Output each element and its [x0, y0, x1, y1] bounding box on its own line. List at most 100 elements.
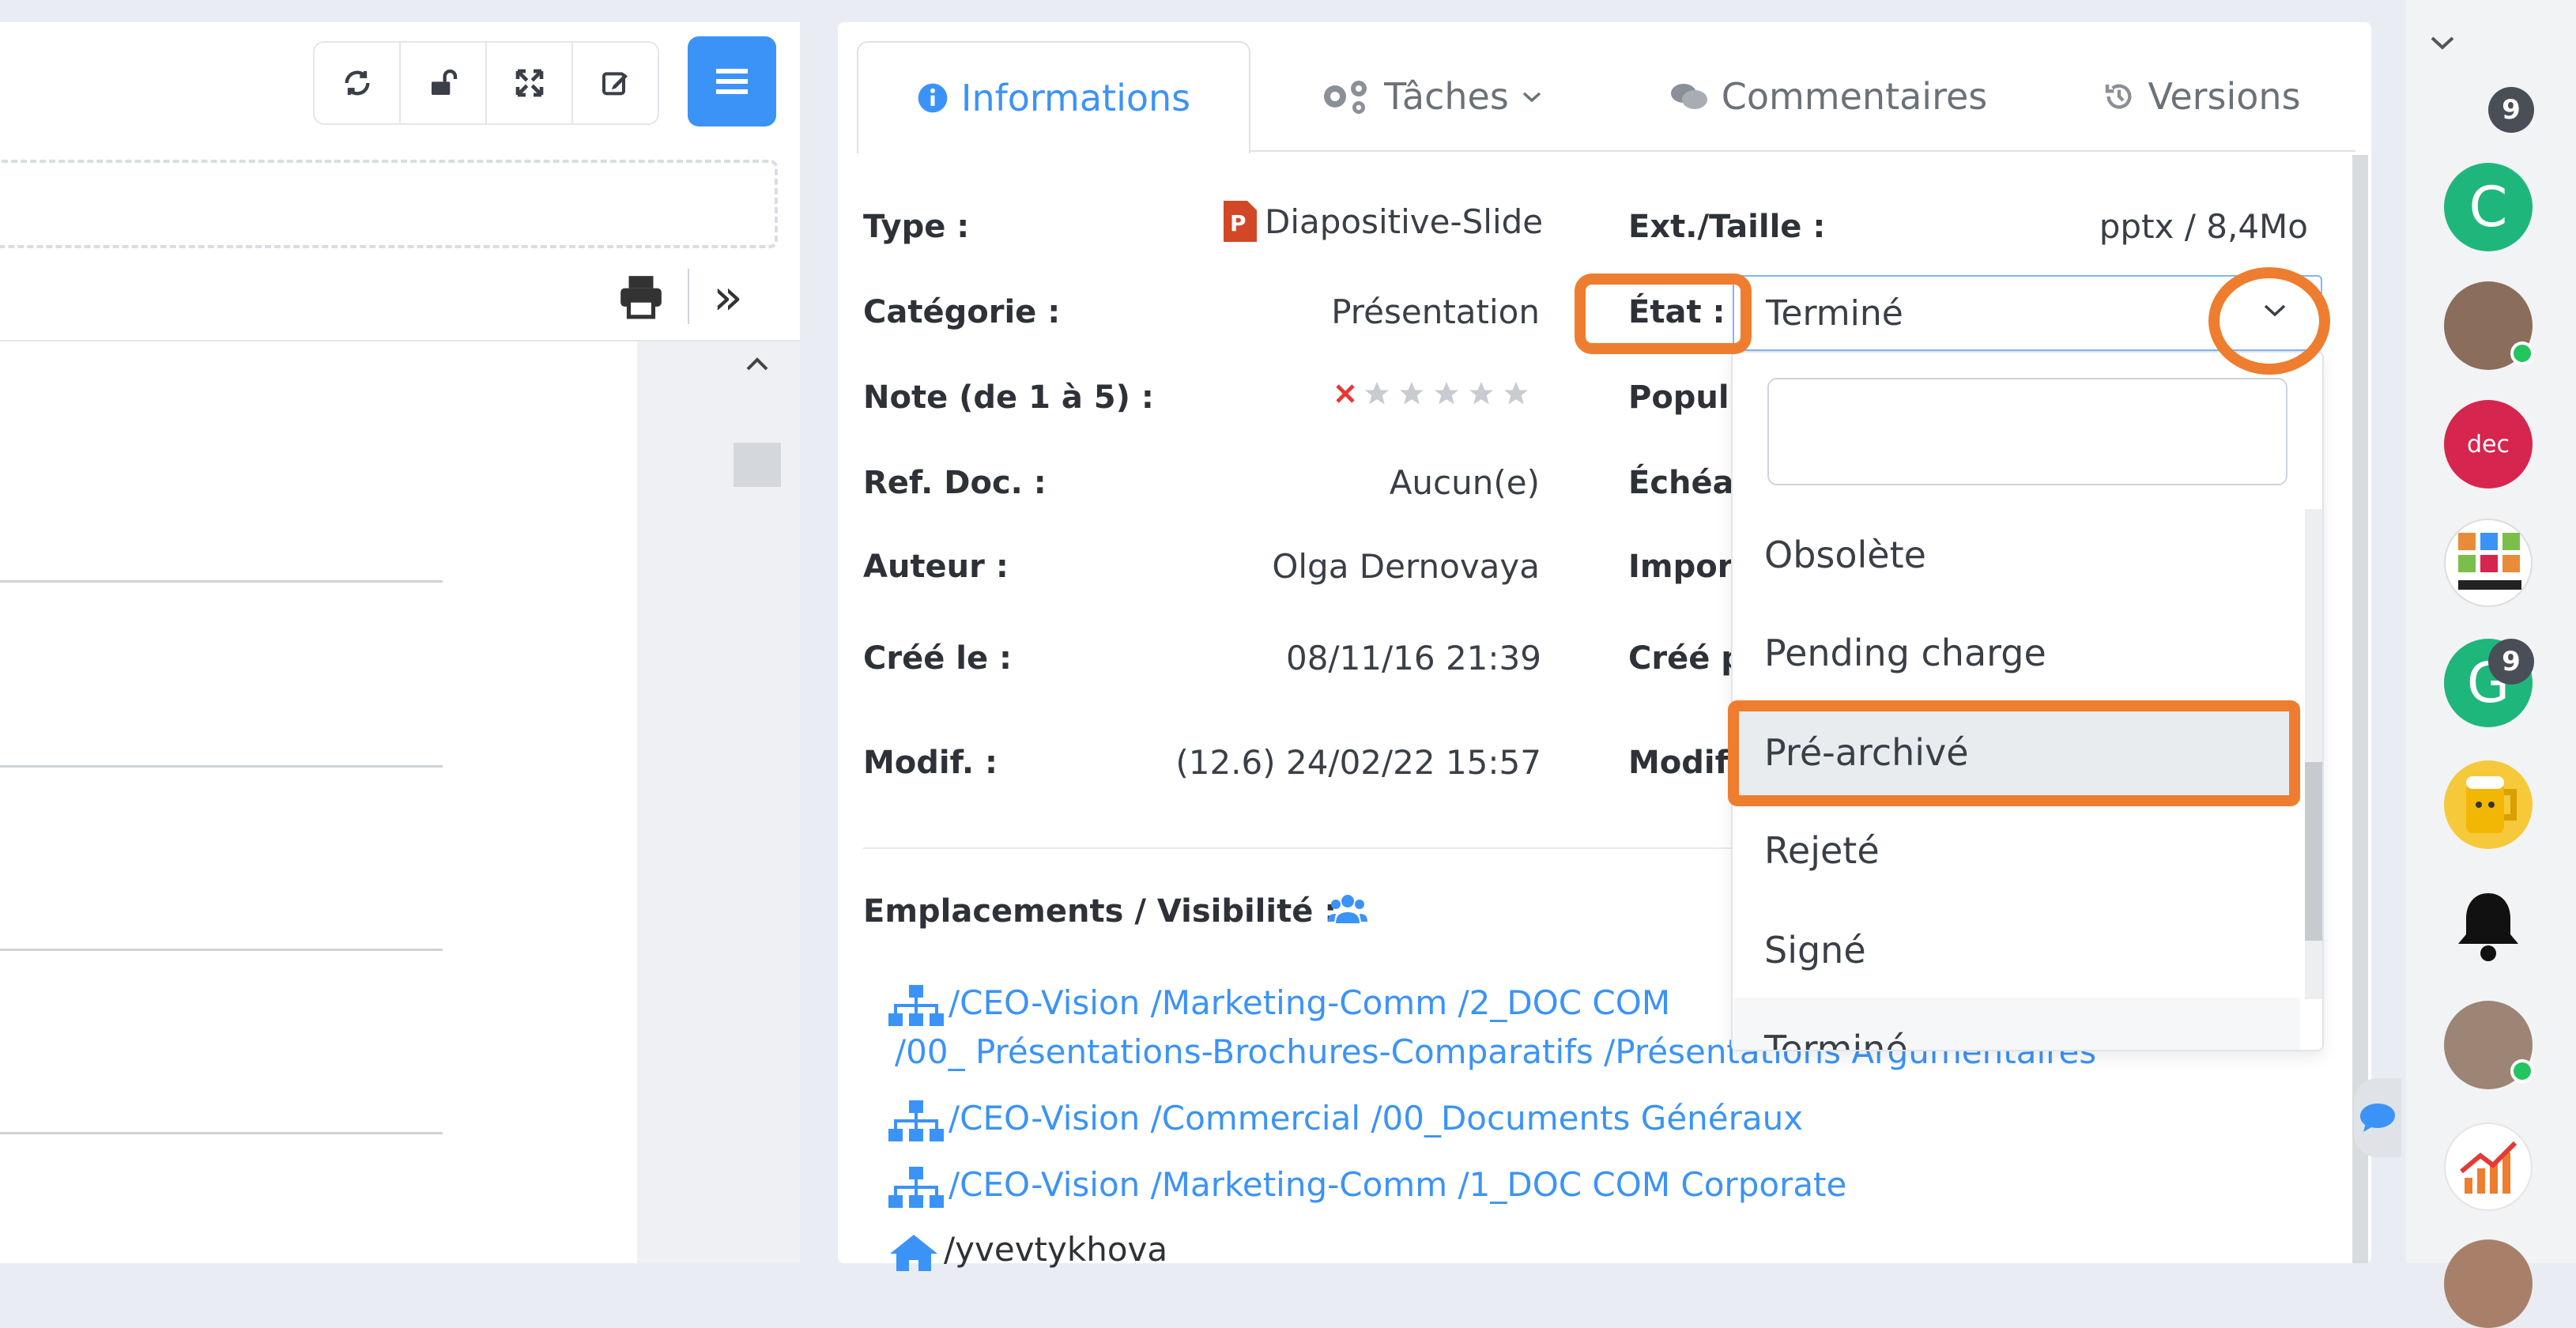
importance-label: Impor — [1628, 549, 1733, 585]
sitemap-icon — [888, 984, 944, 1026]
dropdown-option[interactable]: Signé — [1733, 901, 2300, 999]
path-segment-link[interactable]: /CEO-Vision — [949, 983, 1140, 1022]
document-line — [0, 1132, 443, 1134]
dropdown-search-input[interactable] — [1767, 378, 2287, 485]
tab-label: Tâches — [1384, 75, 1509, 118]
location-path-home: /yvevtykhova — [888, 1230, 1167, 1271]
highlight-pre-archive-option — [1728, 700, 2300, 806]
avatar-chart-logo[interactable] — [2444, 1122, 2533, 1211]
tab-versions[interactable]: Versions — [2084, 41, 2321, 152]
path-segment-link[interactable]: /CEO-Vision — [949, 1099, 1140, 1137]
expand-panel-button[interactable]: » — [688, 268, 767, 326]
chat-toggle-button[interactable] — [2354, 1078, 2401, 1157]
location-path-2: /CEO-Vision /Commercial /00_Documents Gé… — [888, 1099, 1803, 1141]
etat-selected-value: Terminé — [1766, 292, 1903, 334]
modif-value: (12.6) 24/02/22 15:57 — [1175, 743, 1541, 782]
avatar-partial[interactable] — [2444, 1239, 2533, 1328]
notification-badge: 9 — [2488, 639, 2534, 685]
star-icon[interactable] — [1363, 379, 1391, 408]
fullscreen-icon — [515, 69, 543, 97]
chevron-up-icon — [746, 357, 768, 371]
avatar-c[interactable]: C — [2444, 163, 2533, 251]
notification-badge: 9 — [2488, 87, 2534, 133]
dropdown-scrollbar-thumb[interactable] — [2305, 762, 2322, 941]
type-value: Diapositive-Slide — [1265, 202, 1544, 241]
comments-icon — [1670, 84, 1707, 109]
path-segment-link[interactable]: /Marketing-Comm — [1151, 983, 1447, 1022]
chevron-down-icon[interactable] — [2428, 35, 2457, 52]
tab-label: Informations — [960, 77, 1191, 119]
dropdown-option[interactable]: Rejeté — [1733, 802, 2300, 900]
home-icon — [890, 1234, 937, 1271]
scrollbar-thumb[interactable] — [734, 443, 781, 487]
bell-icon — [2458, 893, 2518, 961]
location-path-3: /CEO-Vision /Marketing-Comm /1_DOC COM C… — [888, 1165, 1846, 1208]
auteur-label: Auteur : — [863, 549, 1009, 585]
edit-button[interactable] — [573, 43, 658, 123]
avatar-beer-mug[interactable] — [2444, 760, 2533, 849]
tab-label: Versions — [2148, 75, 2301, 118]
type-value-row: P Diapositive-Slide — [1224, 201, 1543, 242]
path-segment-link[interactable]: /1_DOC COM Corporate — [1458, 1165, 1846, 1204]
highlight-etat-label — [1575, 274, 1752, 354]
path-segment-link[interactable]: /00_Documents Généraux — [1371, 1099, 1803, 1137]
path-segment-link[interactable]: /Commercial — [1151, 1099, 1360, 1137]
fullscreen-button[interactable] — [487, 43, 573, 123]
echeance-label: Échéa — [1628, 465, 1734, 501]
section-divider — [863, 847, 1835, 849]
chat-bubble-icon — [2360, 1104, 2395, 1132]
document-line — [0, 580, 443, 583]
history-icon — [2106, 84, 2132, 109]
categorie-label: Catégorie : — [863, 294, 1061, 330]
print-button[interactable] — [613, 269, 669, 324]
tab-label: Commentaires — [1721, 75, 1988, 118]
sitemap-icon — [888, 1166, 944, 1208]
note-label: Note (de 1 à 5) : — [863, 379, 1154, 416]
scroll-up-arrow[interactable] — [734, 341, 781, 386]
growth-chart-icon — [2460, 1141, 2518, 1194]
rating-stars[interactable] — [1334, 379, 1530, 408]
auteur-value: Olga Dernovaya — [1272, 547, 1540, 586]
ref-doc-value: Aucun(e) — [1389, 463, 1540, 502]
tab-taches[interactable]: Tâches — [1296, 41, 1565, 152]
star-icon[interactable] — [1467, 379, 1495, 408]
edit-icon — [602, 72, 628, 96]
tab-informations[interactable]: Informations — [857, 41, 1250, 153]
notifications-bell[interactable] — [2444, 881, 2533, 969]
dropdown-option[interactable]: Obsolète — [1733, 506, 2300, 604]
ext-taille-value: pptx / 8,4Mo — [2099, 207, 2308, 246]
tab-commentaires[interactable]: Commentaires — [1649, 41, 2008, 152]
star-icon[interactable] — [1397, 379, 1426, 408]
cree-label: Créé le : — [863, 640, 1013, 677]
avatar-gofas-logo[interactable] — [2444, 519, 2533, 607]
beer-mug-icon — [2466, 776, 2517, 833]
dropdown-option[interactable]: Terminé — [1733, 998, 2300, 1050]
path-segment-link[interactable]: /2_DOC COM — [1458, 983, 1670, 1022]
avatar-letter: C — [2469, 175, 2508, 240]
refresh-button[interactable] — [315, 43, 401, 123]
unlock-icon — [431, 69, 457, 95]
viewer-toolbar — [313, 41, 659, 125]
dropdown-option[interactable]: Pending charge — [1733, 604, 2300, 702]
avatar-letter: dec — [2467, 430, 2510, 458]
modif-par-label: Modif. — [1628, 745, 1740, 781]
online-indicator — [2510, 1059, 2534, 1083]
clear-rating-icon[interactable] — [1334, 383, 1356, 405]
type-label: Type : — [863, 209, 970, 245]
star-icon[interactable] — [1502, 379, 1530, 408]
unlock-button[interactable] — [401, 43, 487, 123]
svg-text:P: P — [1230, 210, 1247, 236]
emplacements-title: Emplacements / Visibilité : — [863, 893, 1337, 930]
path-segment-link[interactable]: /Marketing-Comm — [1151, 1165, 1447, 1204]
cree-value: 08/11/16 21:39 — [1285, 639, 1541, 677]
avatar-dec[interactable]: dec — [2444, 400, 2533, 489]
document-line — [0, 765, 443, 768]
menu-button[interactable] — [688, 36, 776, 126]
path-segment-link[interactable]: /00_ Présentations-Brochures-Comparatifs — [895, 1032, 1593, 1071]
powerpoint-file-icon: P — [1224, 201, 1257, 242]
star-icon[interactable] — [1432, 379, 1461, 408]
chevron-down-icon — [1522, 92, 1541, 103]
print-icon — [620, 276, 662, 319]
drop-zone[interactable] — [0, 160, 778, 248]
path-segment-link[interactable]: /CEO-Vision — [949, 1165, 1140, 1204]
